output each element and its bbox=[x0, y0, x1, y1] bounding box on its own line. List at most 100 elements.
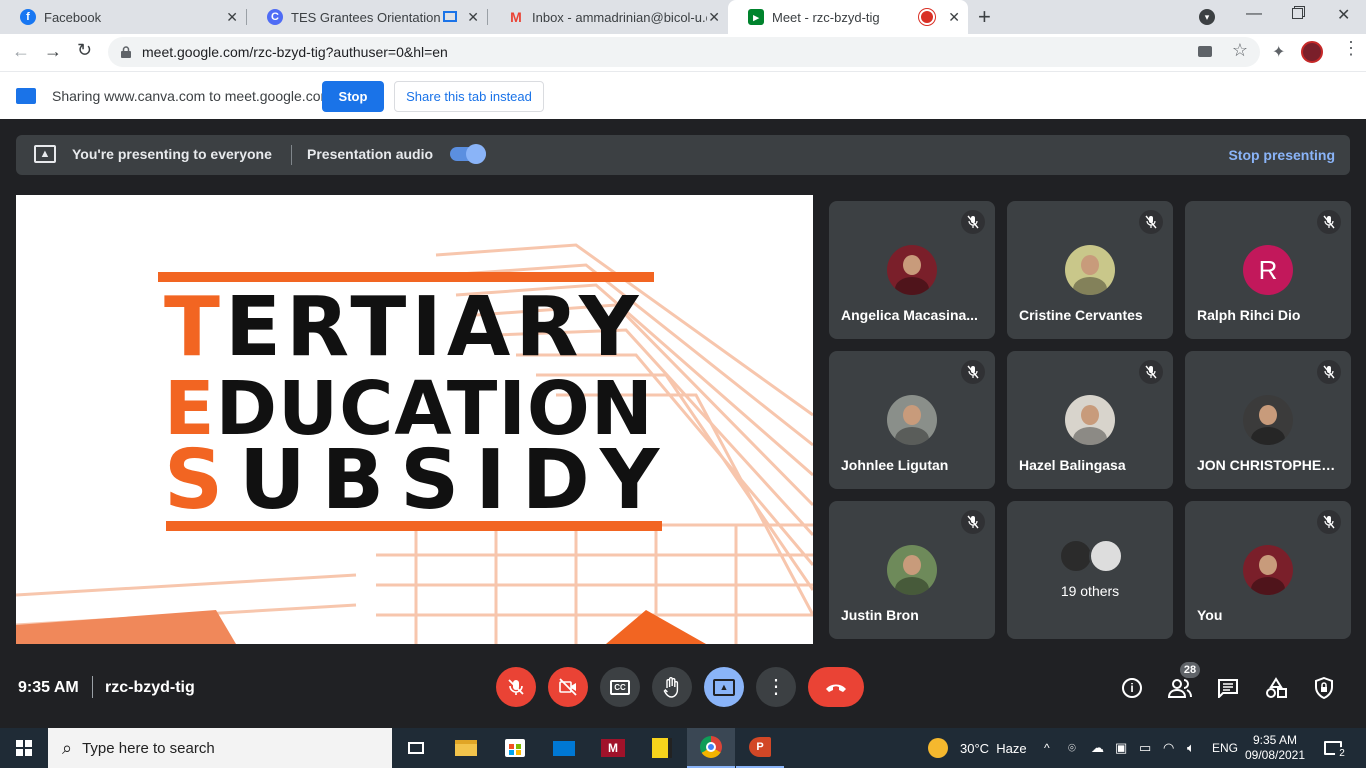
extensions-icon[interactable]: ✦ bbox=[1272, 42, 1285, 62]
shield-lock-icon bbox=[1315, 677, 1333, 699]
leave-call-button[interactable] bbox=[808, 667, 864, 707]
tab-gmail[interactable]: M Inbox - ammadrinian@bicol-u.edu ✕ bbox=[488, 0, 728, 34]
mic-off-icon bbox=[961, 210, 985, 234]
participant-tile[interactable]: 19 others bbox=[1007, 501, 1173, 639]
participant-tile[interactable]: Johnlee Ligutan bbox=[829, 351, 995, 489]
language-indicator[interactable]: ENG bbox=[1212, 728, 1238, 768]
avatar bbox=[887, 395, 937, 445]
back-icon[interactable]: ← bbox=[12, 41, 30, 62]
window-close-icon[interactable]: ✕ bbox=[1337, 5, 1350, 25]
task-view-button[interactable] bbox=[392, 728, 440, 768]
clock-time: 9:35 AM bbox=[1252, 733, 1298, 747]
microphone-toggle-button[interactable] bbox=[496, 667, 536, 707]
chat-icon bbox=[1218, 679, 1238, 698]
tab-meet[interactable]: ▸ Meet - rzc-bzyd-tig ✕ bbox=[728, 0, 968, 34]
gmail-icon: M bbox=[510, 9, 522, 25]
captions-button[interactable]: CC bbox=[600, 667, 640, 707]
onedrive-icon[interactable]: ▣ bbox=[1115, 728, 1127, 768]
tab-canva[interactable]: C TES Grantees Orientation - P ✕ bbox=[247, 0, 487, 34]
captions-icon: CC bbox=[610, 679, 630, 695]
mic-off-icon bbox=[1139, 360, 1163, 384]
slide-title-line-3: SUBSIDY bbox=[164, 440, 675, 522]
chrome-icon bbox=[700, 736, 722, 758]
participant-name: Angelica Macasina... bbox=[841, 307, 978, 323]
host-controls-button[interactable] bbox=[1312, 676, 1336, 700]
bookmark-star-icon[interactable]: ☆ bbox=[1232, 40, 1248, 61]
presentation-slide: TERTIARY EDUCATION SUBSIDY bbox=[16, 195, 813, 644]
present-now-button[interactable]: ▲ bbox=[704, 667, 744, 707]
taskbar-mail[interactable] bbox=[540, 728, 588, 768]
people-count-badge: 28 bbox=[1180, 662, 1200, 678]
tab-facebook[interactable]: f Facebook ✕ bbox=[0, 0, 246, 34]
raise-hand-button[interactable] bbox=[652, 667, 692, 707]
tab-search-icon[interactable]: ▾ bbox=[1199, 9, 1215, 25]
meeting-code: rzc-bzyd-tig bbox=[105, 679, 195, 696]
notifications-icon: 2 bbox=[1324, 741, 1349, 761]
facebook-icon: f bbox=[20, 9, 36, 25]
activities-button[interactable] bbox=[1264, 676, 1288, 700]
show-hidden-icons[interactable]: ^ bbox=[1044, 728, 1050, 768]
presentation-audio-toggle[interactable] bbox=[450, 144, 486, 164]
network-warning-icon[interactable]: ☁ bbox=[1091, 728, 1104, 768]
participant-tile[interactable]: R Ralph Rihci Dio bbox=[1185, 201, 1351, 339]
taskbar-chrome[interactable] bbox=[687, 728, 735, 768]
reload-icon[interactable]: ↻ bbox=[77, 40, 92, 61]
slide-word-1: ERTIARY bbox=[224, 280, 644, 375]
windows-logo-icon bbox=[16, 740, 32, 756]
slide-word-3: UBSIDY bbox=[239, 433, 676, 528]
meet-tray-icon[interactable]: ⌾ bbox=[1068, 728, 1076, 768]
close-icon[interactable]: ✕ bbox=[467, 9, 479, 26]
participant-tile[interactable]: You bbox=[1185, 501, 1351, 639]
participant-tile[interactable]: JON CHRISTOPHER... bbox=[1185, 351, 1351, 489]
menu-icon[interactable]: ⋮ bbox=[1342, 39, 1360, 57]
avatar-body bbox=[1251, 427, 1285, 445]
taskbar-powerpoint[interactable]: P bbox=[736, 728, 784, 768]
participant-tile[interactable]: Cristine Cervantes bbox=[1007, 201, 1173, 339]
presenting-banner: ▲ You're presenting to everyone Presenta… bbox=[16, 135, 1350, 175]
avatar-face bbox=[1081, 405, 1099, 425]
wifi-icon[interactable]: ◠ bbox=[1163, 728, 1174, 768]
close-icon[interactable]: ✕ bbox=[948, 9, 960, 26]
people-button[interactable]: 28 bbox=[1168, 662, 1200, 700]
start-button[interactable] bbox=[0, 728, 48, 768]
profile-avatar[interactable] bbox=[1301, 41, 1323, 63]
chat-button[interactable] bbox=[1216, 676, 1240, 700]
close-icon[interactable]: ✕ bbox=[708, 9, 720, 26]
camera-toggle-button[interactable] bbox=[548, 667, 588, 707]
taskbar-store[interactable] bbox=[491, 728, 539, 768]
taskbar-sticky-notes[interactable] bbox=[638, 728, 686, 768]
participant-name: Cristine Cervantes bbox=[1019, 307, 1143, 323]
taskbar-file-explorer[interactable] bbox=[442, 728, 490, 768]
new-tab-icon[interactable]: + bbox=[978, 5, 998, 29]
battery-icon[interactable]: ▭ bbox=[1139, 728, 1151, 768]
participant-tile[interactable]: Hazel Balingasa bbox=[1007, 351, 1173, 489]
volume-icon[interactable]: 🔈︎ bbox=[1187, 728, 1195, 768]
divider bbox=[92, 676, 93, 698]
avatar-body bbox=[1251, 577, 1285, 595]
stop-presenting-button[interactable]: Stop presenting bbox=[1228, 147, 1335, 163]
share-screen-icon bbox=[16, 88, 36, 104]
raise-hand-icon bbox=[663, 677, 679, 698]
browser-tab-strip: f Facebook ✕ C TES Grantees Orientation … bbox=[0, 0, 1366, 34]
divider bbox=[291, 145, 292, 165]
taskbar-search-box[interactable]: ⌕ Type here to search bbox=[48, 728, 392, 768]
restore-icon[interactable] bbox=[1292, 8, 1303, 19]
others-count-label: 19 others bbox=[1060, 583, 1120, 599]
share-this-tab-button[interactable]: Share this tab instead bbox=[394, 81, 544, 112]
stop-sharing-button[interactable]: Stop bbox=[322, 81, 384, 112]
address-bar[interactable]: meet.google.com/rzc-bzyd-tig?authuser=0&… bbox=[108, 37, 1260, 67]
weather-widget[interactable]: 30°C Haze bbox=[928, 728, 1027, 768]
forward-icon[interactable]: → bbox=[44, 41, 62, 62]
system-clock[interactable]: 9:35 AM 09/08/2021 bbox=[1244, 728, 1306, 768]
close-icon[interactable]: ✕ bbox=[226, 9, 238, 26]
more-options-button[interactable]: ⋮ bbox=[756, 667, 796, 707]
avatar-face bbox=[1081, 255, 1099, 275]
minimize-icon[interactable]: — bbox=[1246, 5, 1262, 23]
avatar-face bbox=[903, 255, 921, 275]
participant-tile[interactable]: Angelica Macasina... bbox=[829, 201, 995, 339]
camera-icon[interactable] bbox=[1198, 46, 1212, 57]
participant-tile[interactable]: Justin Bron bbox=[829, 501, 995, 639]
taskbar-mendeley[interactable]: M bbox=[589, 728, 637, 768]
meeting-details-button[interactable]: i bbox=[1120, 676, 1144, 700]
action-center-button[interactable]: 2 bbox=[1324, 728, 1349, 768]
